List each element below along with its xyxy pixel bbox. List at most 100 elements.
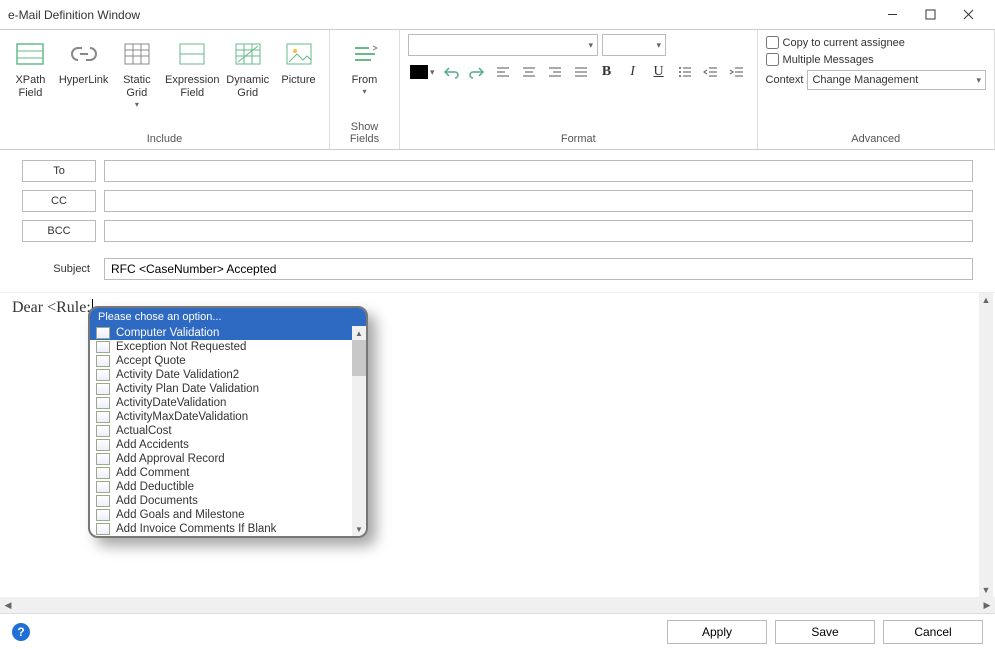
suggestion-item-label: Activity Plan Date Validation: [116, 383, 259, 395]
align-center-button[interactable]: [517, 60, 541, 84]
suggestion-item-label: ActualCost: [116, 425, 172, 437]
save-button[interactable]: Save: [775, 620, 875, 644]
cc-button[interactable]: CC: [22, 190, 96, 212]
outdent-button[interactable]: [699, 60, 723, 84]
picture-button[interactable]: Picture: [274, 34, 323, 91]
scroll-down-icon[interactable]: ▼: [979, 583, 993, 597]
static-grid-icon: [121, 38, 153, 70]
dynamic-grid-button[interactable]: Dynamic Grid: [223, 34, 272, 104]
suggestion-item[interactable]: Computer Validation: [90, 326, 366, 340]
context-label: Context: [766, 74, 804, 86]
suggestion-item[interactable]: Add Comment: [90, 466, 366, 480]
scroll-up-icon[interactable]: ▲: [352, 326, 366, 340]
suggestion-item-label: Add Comment: [116, 467, 190, 479]
scroll-up-icon[interactable]: ▲: [979, 293, 993, 307]
rule-icon: [96, 411, 110, 423]
redo-button[interactable]: [465, 60, 489, 84]
expression-field-button[interactable]: Expression Field: [163, 34, 221, 104]
suggestion-item[interactable]: Add Invoice Comments If Blank: [90, 522, 366, 536]
static-grid-button[interactable]: Static Grid ▾: [112, 34, 161, 113]
scroll-down-icon[interactable]: ▼: [352, 522, 366, 536]
suggestion-item[interactable]: ActualCost: [90, 424, 366, 438]
include-group-label: Include: [6, 131, 323, 147]
editor-horizontal-scrollbar[interactable]: ◀ ▶: [0, 597, 995, 613]
maximize-button[interactable]: [911, 1, 949, 29]
undo-button[interactable]: [439, 60, 463, 84]
to-button[interactable]: To: [22, 160, 96, 182]
suggestion-item-label: Add Goals and Milestone: [116, 509, 245, 521]
bcc-button[interactable]: BCC: [22, 220, 96, 242]
cc-input[interactable]: [104, 190, 973, 212]
scroll-thumb[interactable]: [352, 340, 366, 376]
suggestion-item-label: Add Deductible: [116, 481, 194, 493]
suggestion-item-label: Exception Not Requested: [116, 341, 246, 353]
font-size-combo[interactable]: ▾: [602, 34, 666, 56]
rule-icon: [96, 439, 110, 451]
expression-field-icon: [176, 38, 208, 70]
from-button[interactable]: From ▾: [336, 34, 393, 100]
bullet-list-button[interactable]: [673, 60, 697, 84]
scroll-left-icon[interactable]: ◀: [0, 597, 16, 613]
ribbon-group-advanced: Copy to current assignee Multiple Messag…: [758, 30, 995, 149]
format-group-label: Format: [408, 131, 749, 147]
dynamic-grid-label: Dynamic Grid: [225, 74, 270, 100]
font-color-button[interactable]: ▾: [408, 63, 437, 81]
suggestion-item[interactable]: Add Approval Record: [90, 452, 366, 466]
suggestion-item[interactable]: Accept Quote: [90, 354, 366, 368]
help-button[interactable]: ?: [12, 623, 30, 641]
ribbon-group-include: XPath Field HyperLink Static Grid ▾ Expr…: [0, 30, 330, 149]
chevron-down-icon: ▾: [362, 87, 366, 96]
suggestion-item[interactable]: Activity Date Validation2: [90, 368, 366, 382]
suggestion-item[interactable]: Add Goals and Milestone: [90, 508, 366, 522]
font-family-combo[interactable]: ▾: [408, 34, 598, 56]
apply-button[interactable]: Apply: [667, 620, 767, 644]
static-grid-label: Static Grid: [114, 74, 159, 100]
cancel-button[interactable]: Cancel: [883, 620, 983, 644]
bcc-input[interactable]: [104, 220, 973, 242]
from-label: From: [352, 74, 378, 87]
suggestion-item-label: Activity Date Validation2: [116, 369, 239, 381]
suggestion-item[interactable]: Add Deductible: [90, 480, 366, 494]
suggestion-item-label: ActivityMaxDateValidation: [116, 411, 248, 423]
context-combo[interactable]: Change Management▾: [807, 70, 986, 90]
align-right-button[interactable]: [543, 60, 567, 84]
indent-button[interactable]: [725, 60, 749, 84]
editor-vertical-scrollbar[interactable]: ▲ ▼: [979, 293, 993, 597]
minimize-button[interactable]: [873, 1, 911, 29]
copy-assignee-checkbox[interactable]: [766, 36, 779, 49]
show-fields-group-label: Show Fields: [336, 119, 393, 147]
suggestion-item[interactable]: ActivityDateValidation: [90, 396, 366, 410]
rule-icon: [96, 355, 110, 367]
picture-label: Picture: [281, 74, 315, 87]
multiple-messages-checkbox[interactable]: [766, 53, 779, 66]
suggestion-item[interactable]: ActivityMaxDateValidation: [90, 410, 366, 424]
suggestion-item-label: Add Invoice Comments If Blank: [116, 523, 276, 535]
ribbon: XPath Field HyperLink Static Grid ▾ Expr…: [0, 30, 995, 150]
window-title: e-Mail Definition Window: [8, 8, 873, 22]
chevron-down-icon: ▾: [135, 100, 139, 109]
rule-icon: [96, 397, 110, 409]
suggestion-item[interactable]: Add Documents: [90, 494, 366, 508]
underline-button[interactable]: U: [647, 60, 671, 84]
suggestion-item[interactable]: Add Accidents: [90, 438, 366, 452]
suggestion-item[interactable]: Exception Not Requested: [90, 340, 366, 354]
rule-icon: [96, 453, 110, 465]
rule-suggestion-popup: Please chose an option... Computer Valid…: [88, 306, 368, 538]
advanced-group-label: Advanced: [766, 131, 986, 147]
subject-input[interactable]: [104, 258, 973, 280]
align-left-button[interactable]: [491, 60, 515, 84]
close-button[interactable]: [949, 1, 987, 29]
align-justify-button[interactable]: [569, 60, 593, 84]
bold-button[interactable]: B: [595, 60, 619, 84]
scroll-right-icon[interactable]: ▶: [979, 597, 995, 613]
suggestion-scrollbar[interactable]: ▲ ▼: [352, 326, 366, 536]
hyperlink-icon: [68, 38, 100, 70]
hyperlink-button[interactable]: HyperLink: [57, 34, 111, 91]
suggestion-item[interactable]: Activity Plan Date Validation: [90, 382, 366, 396]
xpath-field-button[interactable]: XPath Field: [6, 34, 55, 104]
rule-icon: [96, 523, 110, 535]
fields-area: To CC BCC Subject: [0, 150, 995, 292]
italic-button[interactable]: I: [621, 60, 645, 84]
rule-icon: [96, 327, 110, 339]
to-input[interactable]: [104, 160, 973, 182]
